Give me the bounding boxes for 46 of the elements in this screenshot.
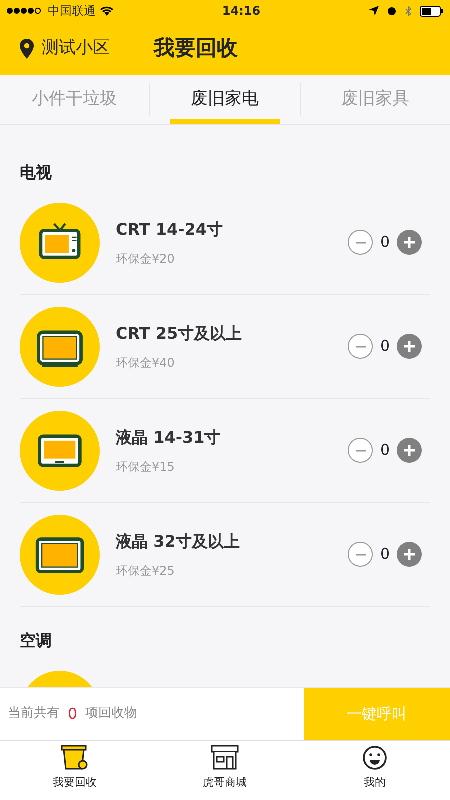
plus-button[interactable] [397, 230, 422, 255]
minus-button[interactable] [348, 230, 374, 255]
nav-tab[interactable]: 虎哥商城 [150, 741, 300, 800]
minus-button[interactable] [348, 542, 374, 567]
minus-button[interactable] [348, 438, 374, 463]
shop-icon [210, 745, 240, 771]
smiley-icon [362, 745, 388, 771]
nav-tab[interactable]: 我的 [300, 741, 450, 800]
location-button[interactable]: 测试小区 [20, 36, 110, 62]
deposit-text: 环保金¥15 [116, 458, 176, 476]
section-title: 空调 [20, 630, 53, 652]
item-total: 0 [68, 704, 78, 725]
section-title: 电视 [20, 162, 53, 184]
plus-button[interactable] [397, 334, 422, 359]
deposit-text: 环保金¥20 [116, 250, 176, 268]
summary-text: 项回收物 [86, 705, 138, 724]
nav-tab[interactable]: 我要回收 [0, 741, 150, 800]
carrier-name: 中国联通 [48, 3, 96, 20]
location-pin-icon [20, 38, 34, 58]
tab[interactable]: 废旧家电 [150, 75, 300, 124]
bluetooth-icon [404, 6, 412, 16]
item-name: CRT 14-24寸 [116, 218, 224, 240]
item-name: 液晶 32寸及以上 [116, 530, 241, 552]
minus-icon [356, 242, 366, 244]
summary-text: 当前共有 [8, 705, 60, 724]
signal-icon [6, 7, 44, 15]
wifi-icon [100, 6, 114, 16]
minus-button[interactable] [348, 334, 374, 359]
minus-icon [356, 450, 366, 452]
deposit-text: 环保金¥25 [116, 562, 176, 580]
item-count: 0 [380, 544, 390, 566]
deposit-text: 环保金¥40 [116, 354, 176, 372]
item-count: 0 [380, 440, 390, 462]
item-count: 0 [380, 232, 390, 254]
plus-button[interactable] [397, 438, 422, 463]
page-title: 我要回收 [154, 34, 238, 62]
minus-icon [356, 554, 366, 556]
bin-icon [60, 745, 90, 771]
battery-icon [420, 6, 444, 16]
item-name: 液晶 14-31寸 [116, 426, 222, 448]
plus-button[interactable] [397, 542, 422, 567]
item-name: CRT 25寸及以上 [116, 322, 244, 344]
status-time: 14:16 [222, 3, 261, 20]
minus-icon [356, 346, 366, 348]
item-count: 0 [380, 336, 390, 358]
location-arrow-icon [368, 6, 379, 16]
